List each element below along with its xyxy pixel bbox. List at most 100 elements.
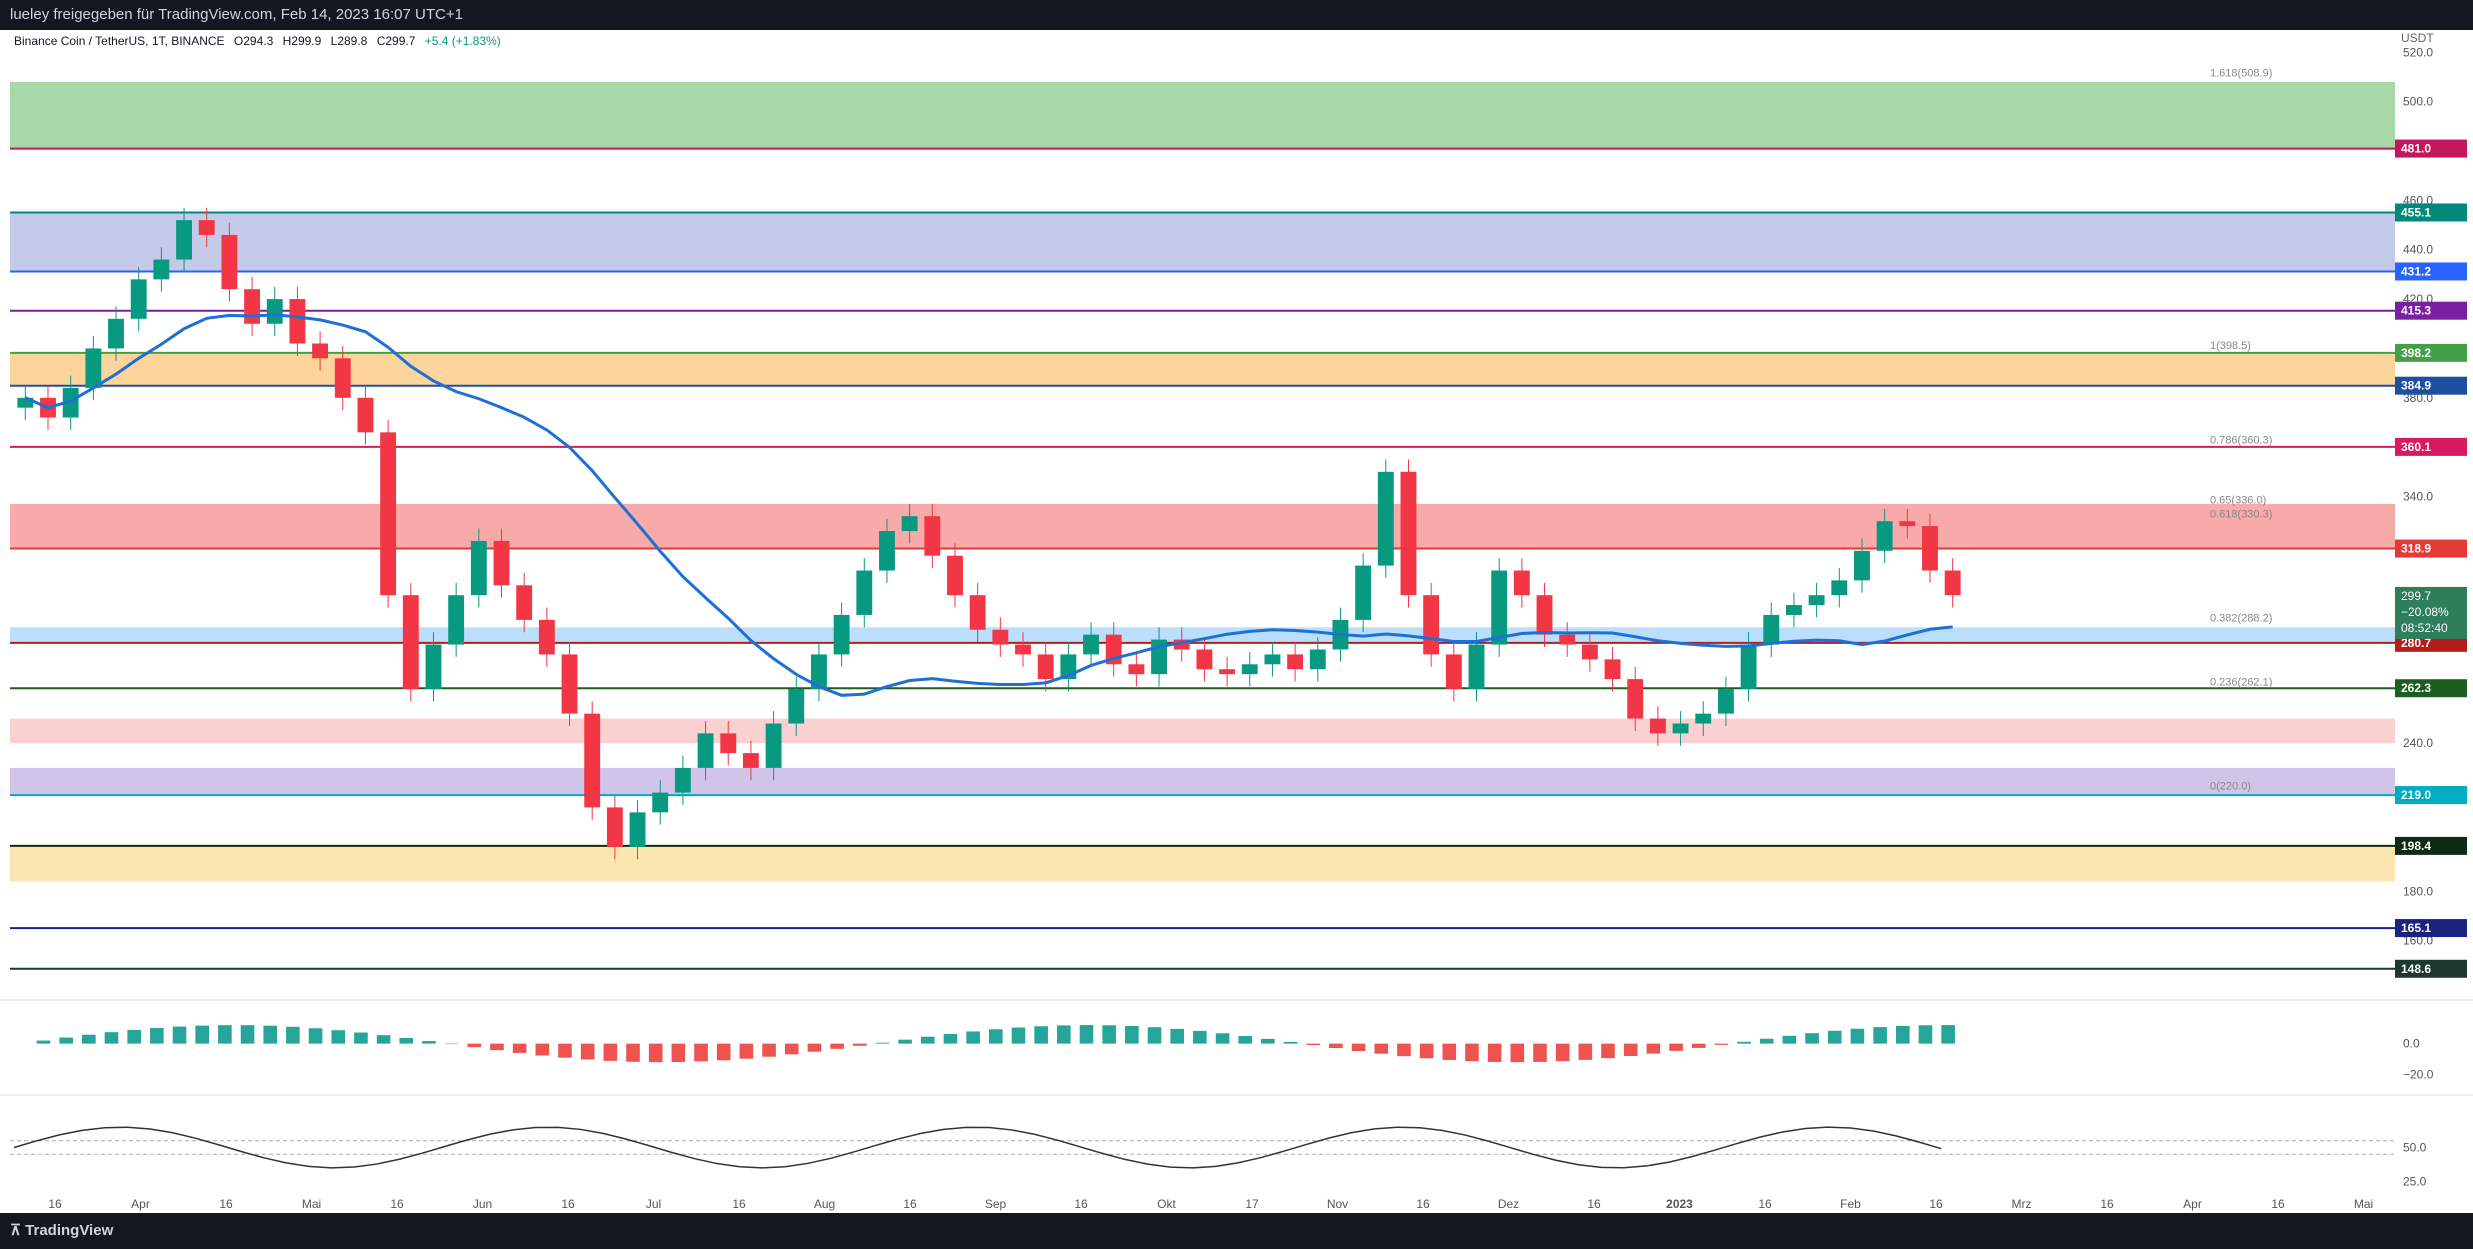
macd-histogram-bar bbox=[603, 1043, 618, 1061]
candle-body bbox=[992, 629, 1009, 645]
macd-histogram-bar bbox=[399, 1038, 414, 1044]
candle-body bbox=[561, 654, 578, 714]
macd-histogram-bar bbox=[1941, 1025, 1955, 1044]
macd-histogram-bar bbox=[966, 1031, 980, 1044]
level-badge-label: 415.3 bbox=[2401, 304, 2431, 318]
candle-body bbox=[85, 348, 102, 388]
x-tick-label: 16 bbox=[219, 1197, 233, 1211]
candle-body bbox=[1581, 644, 1598, 660]
rsi-tick-label: 50.0 bbox=[2403, 1141, 2427, 1155]
macd-histogram-bar bbox=[784, 1043, 799, 1055]
macd-histogram-bar bbox=[1011, 1027, 1026, 1044]
fib-label: 1.618(508.9) bbox=[2210, 68, 2272, 80]
macd-histogram-bar bbox=[1215, 1033, 1230, 1044]
candle-body bbox=[1604, 659, 1621, 680]
macd-histogram-bar bbox=[1759, 1038, 1774, 1044]
macd-histogram-bar bbox=[308, 1028, 323, 1044]
level-badge-label: 165.1 bbox=[2401, 921, 2431, 935]
macd-histogram-bar bbox=[354, 1032, 368, 1044]
x-tick-label: 16 bbox=[732, 1197, 746, 1211]
candle-body bbox=[1287, 654, 1304, 670]
countdown-label: 08:52:40 bbox=[2401, 621, 2448, 635]
candle-body bbox=[470, 540, 487, 596]
level-badge-label: 318.9 bbox=[2401, 542, 2431, 556]
candle-body bbox=[108, 318, 124, 349]
macd-histogram-bar bbox=[172, 1026, 187, 1044]
x-tick-label: 17 bbox=[1245, 1197, 1259, 1211]
level-badge-label: 455.1 bbox=[2401, 205, 2431, 219]
macd-histogram-bar bbox=[852, 1043, 867, 1046]
candle-body bbox=[380, 432, 397, 596]
macd-histogram-bar bbox=[467, 1043, 482, 1048]
candle-body bbox=[1241, 664, 1258, 675]
macd-histogram-bar bbox=[1487, 1043, 1502, 1062]
candle-body bbox=[1196, 649, 1213, 670]
macd-histogram-bar bbox=[263, 1025, 278, 1044]
macd-histogram-bar bbox=[512, 1043, 527, 1053]
fib-label: 1(398.5) bbox=[2210, 340, 2251, 352]
candle-body bbox=[1083, 634, 1099, 655]
macd-histogram-bar bbox=[1669, 1043, 1683, 1051]
x-tick-label: 16 bbox=[1587, 1197, 1601, 1211]
macd-tick-label: −20.0 bbox=[2403, 1068, 2434, 1082]
candle-body bbox=[833, 614, 850, 655]
candle-body bbox=[176, 220, 192, 260]
candle-body bbox=[788, 688, 805, 724]
candle-body bbox=[357, 397, 374, 433]
candle-body bbox=[720, 733, 737, 754]
macd-histogram-bar bbox=[150, 1028, 164, 1044]
macd-histogram-bar bbox=[1079, 1025, 1094, 1044]
x-tick-label: 16 bbox=[903, 1197, 917, 1211]
x-tick-label: Mai bbox=[2354, 1197, 2373, 1211]
macd-histogram-bar bbox=[59, 1037, 73, 1044]
candle-body bbox=[244, 289, 261, 324]
candle-body bbox=[1445, 654, 1462, 689]
rsi-tick-label: 25.0 bbox=[2403, 1174, 2427, 1188]
macd-histogram-bar bbox=[1034, 1026, 1048, 1044]
candle-body bbox=[879, 531, 895, 571]
level-badge-label: 481.0 bbox=[2401, 142, 2431, 156]
macd-histogram-bar bbox=[1170, 1028, 1184, 1044]
candle-body bbox=[1559, 634, 1576, 645]
macd-histogram-bar bbox=[82, 1034, 96, 1044]
macd-histogram-bar bbox=[1397, 1043, 1411, 1057]
macd-histogram-bar bbox=[943, 1033, 958, 1044]
ohlc-open: O294.3 bbox=[233, 34, 274, 48]
macd-histogram-bar bbox=[558, 1043, 572, 1058]
candle-body bbox=[1763, 614, 1780, 645]
ohlc-low: L289.8 bbox=[330, 34, 368, 48]
tradingview-logo[interactable]: ⊼ TradingView bbox=[10, 1213, 113, 1249]
fib-label: 0.65(336.0) bbox=[2210, 494, 2266, 506]
macd-histogram-bar bbox=[1261, 1038, 1275, 1044]
x-tick-label: Jun bbox=[473, 1197, 492, 1211]
candle-body bbox=[924, 516, 941, 556]
zone-band bbox=[10, 503, 2395, 549]
candle-body bbox=[266, 299, 283, 324]
macd-histogram-bar bbox=[535, 1043, 550, 1056]
candle-body bbox=[1309, 649, 1326, 670]
fib-label: 0.618(330.3) bbox=[2210, 508, 2272, 520]
macd-histogram-bar bbox=[1125, 1025, 1139, 1044]
macd-histogram-bar bbox=[694, 1043, 708, 1062]
level-badge-label: 431.2 bbox=[2401, 264, 2431, 278]
candle-body bbox=[334, 358, 351, 398]
ohlc-high: H299.9 bbox=[282, 34, 322, 48]
fib-label: 0.382(288.2) bbox=[2210, 612, 2272, 624]
candle-body bbox=[1128, 664, 1145, 675]
x-tick-label: Aug bbox=[814, 1197, 835, 1211]
candle-body bbox=[425, 644, 442, 689]
candle-body bbox=[1922, 526, 1938, 571]
candle-body bbox=[1423, 595, 1440, 655]
x-tick-label: 16 bbox=[561, 1197, 575, 1211]
fib-label: 0(220.0) bbox=[2210, 781, 2251, 793]
candle-body bbox=[901, 516, 918, 532]
candle-body bbox=[1695, 713, 1712, 724]
zone-band bbox=[10, 718, 2395, 744]
candle-body bbox=[448, 595, 465, 645]
level-badge-label: 219.0 bbox=[2401, 788, 2431, 802]
tradingview-brand: TradingView bbox=[25, 1222, 114, 1239]
macd-histogram-bar bbox=[1329, 1043, 1343, 1049]
zone-band bbox=[10, 845, 2395, 882]
price-chart[interactable]: 1.618(508.9) 1(398.5) 0.786(360.3) 0.65(336… bbox=[0, 30, 2473, 1213]
candle-body bbox=[1037, 654, 1054, 680]
